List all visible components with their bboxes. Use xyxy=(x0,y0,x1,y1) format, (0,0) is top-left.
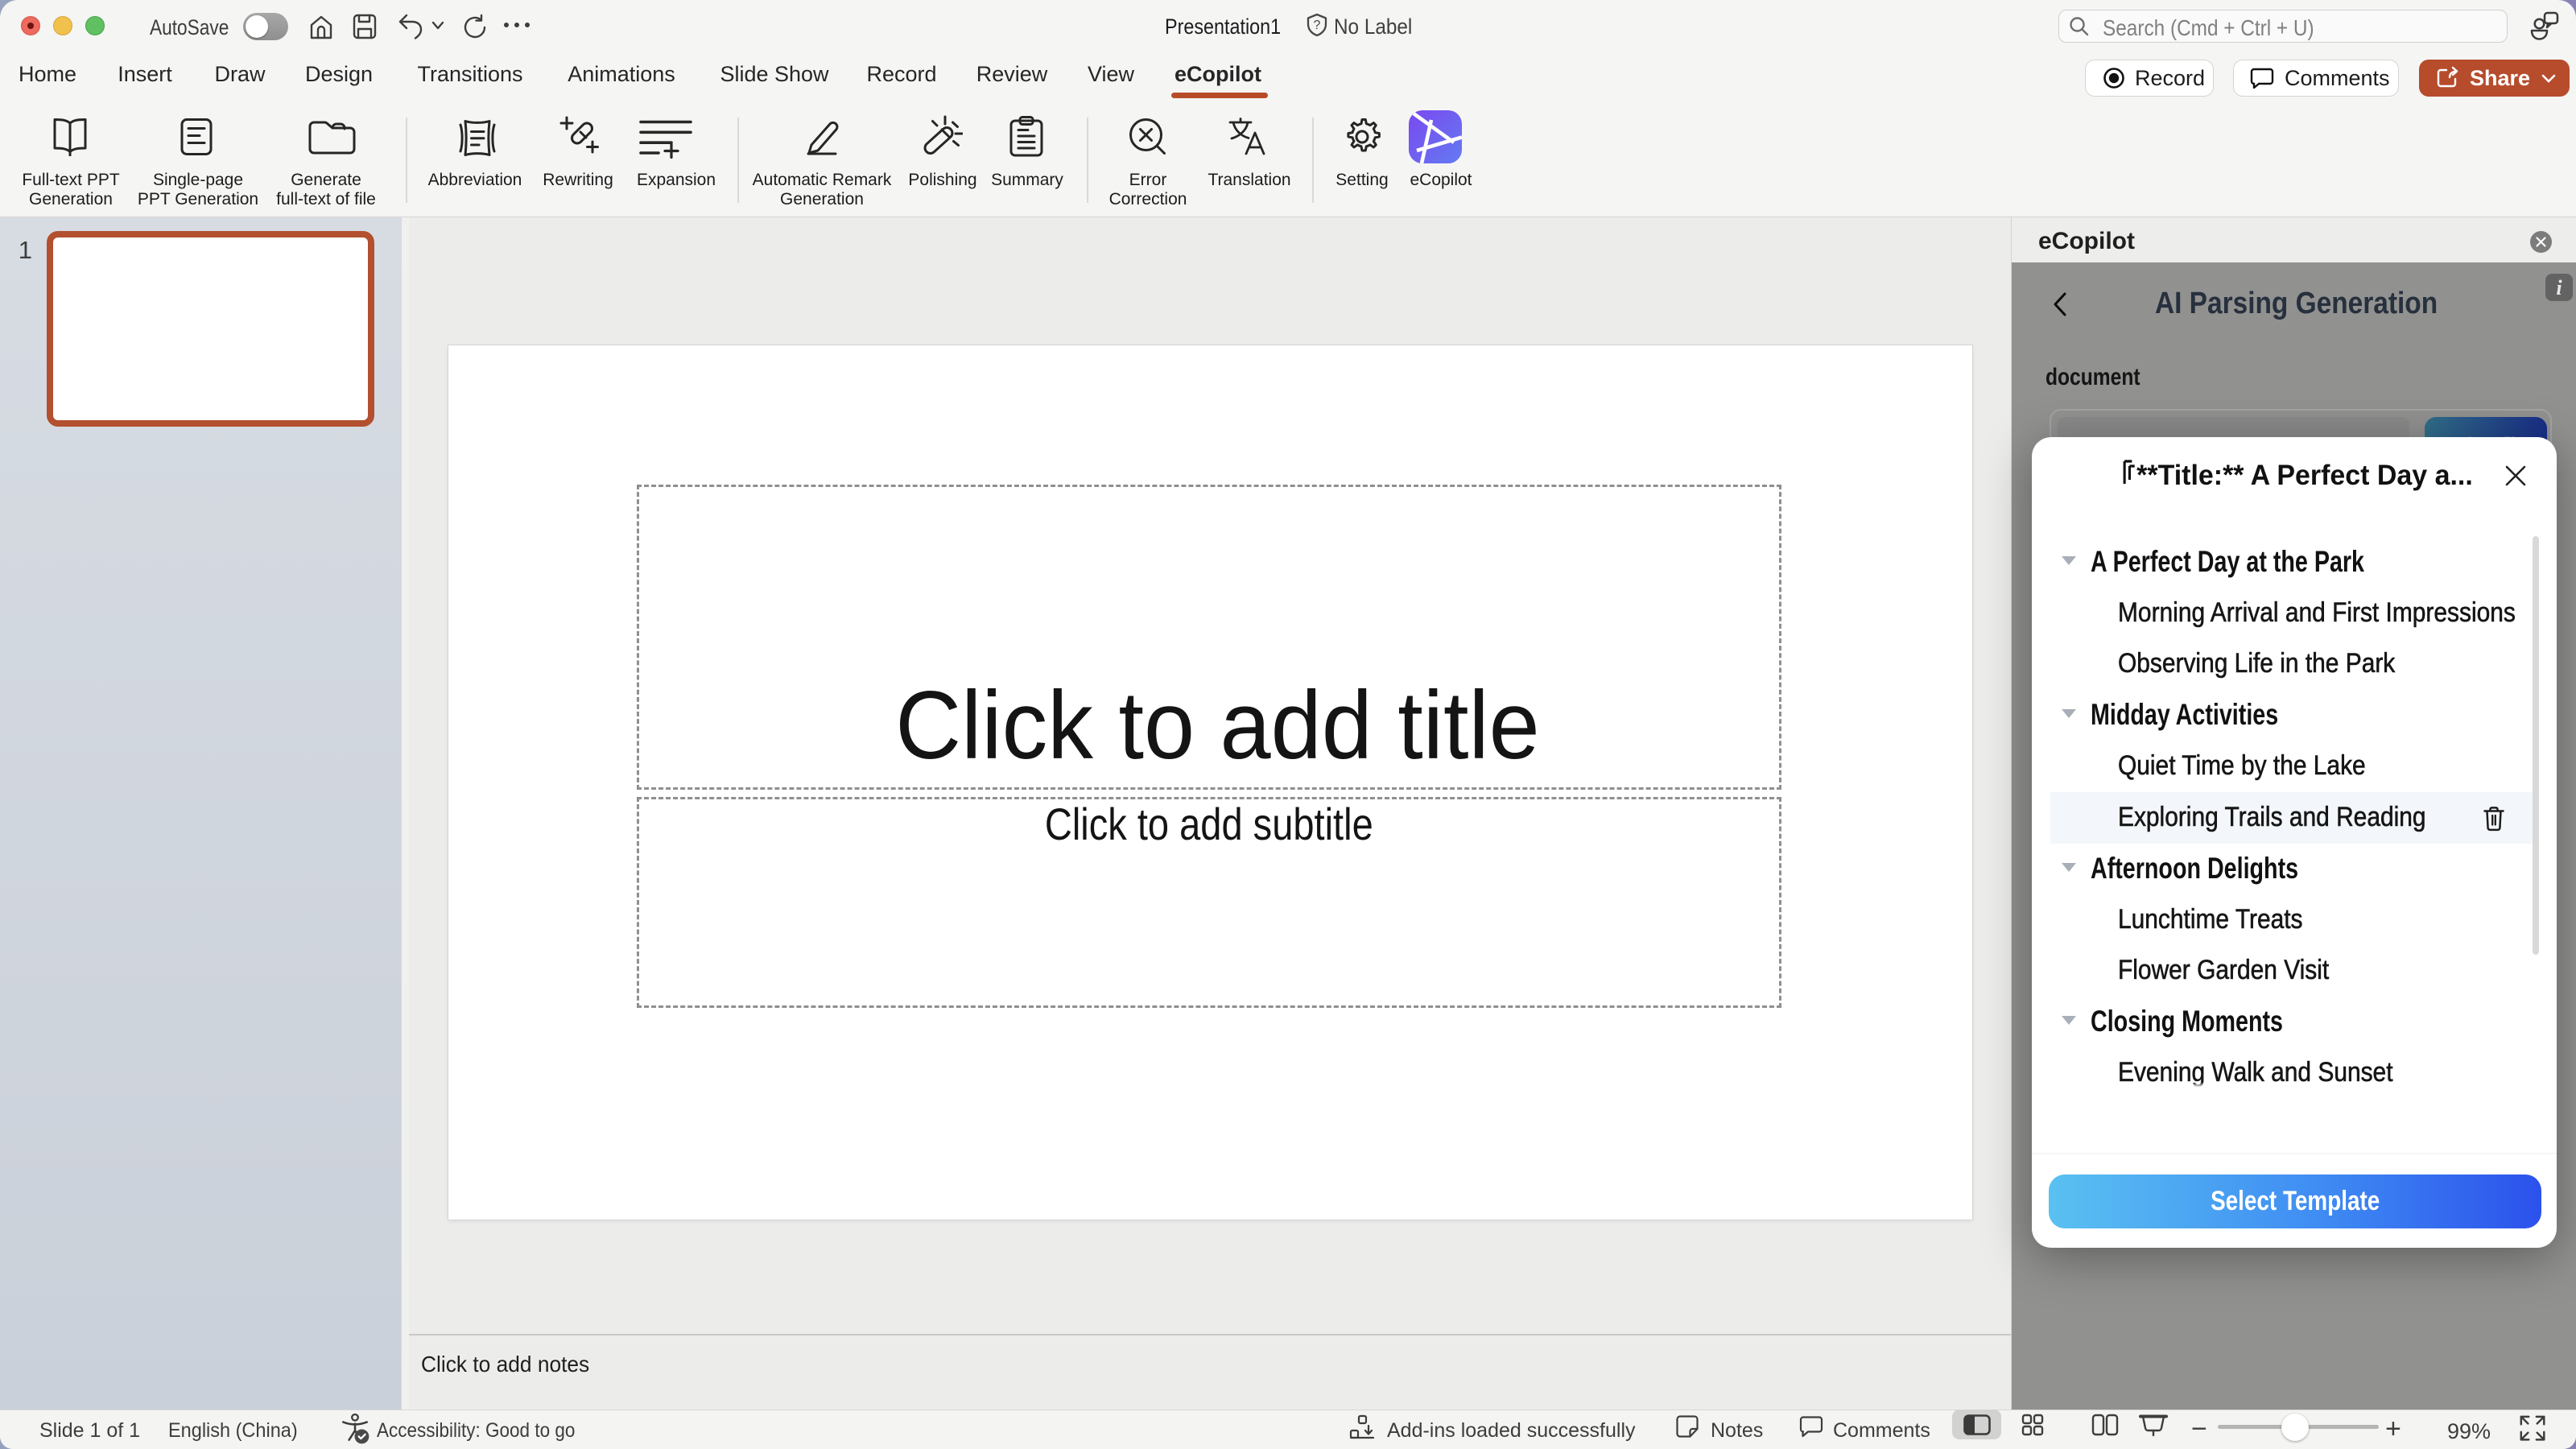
svg-text:?: ? xyxy=(1314,19,1321,32)
